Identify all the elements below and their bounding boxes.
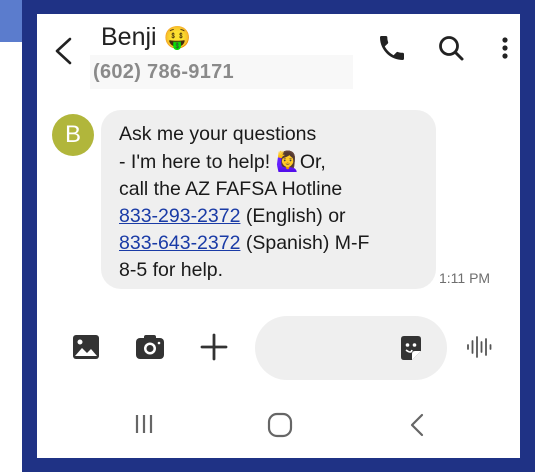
message-line-text: (Spanish) M-F xyxy=(240,232,370,254)
home-icon[interactable] xyxy=(265,410,295,440)
back-arrow-icon[interactable] xyxy=(51,36,77,66)
money-face-emoji: 🤑 xyxy=(163,26,191,51)
contact-phone-number: (602) 786-9171 xyxy=(93,61,234,83)
english-hotline-link[interactable]: 833-293-2372 xyxy=(119,205,240,227)
message-line: 8-5 for help. xyxy=(119,259,224,281)
message-line-text: (English) or xyxy=(240,205,346,227)
search-icon[interactable] xyxy=(435,32,467,64)
message-line: Ask me your questions xyxy=(119,123,317,145)
spanish-hotline-link[interactable]: 833-643-2372 xyxy=(119,232,240,254)
back-icon[interactable] xyxy=(405,410,429,440)
message-line-text: Or, xyxy=(299,151,326,173)
plus-icon[interactable] xyxy=(197,330,231,364)
camera-icon[interactable] xyxy=(134,332,166,362)
recent-apps-icon[interactable] xyxy=(129,412,159,436)
message-text: Ask me your questions - I'm here to help… xyxy=(119,121,429,284)
message-timestamp: 1:11 PM xyxy=(439,270,491,286)
message-line-text: - I'm here to help! xyxy=(119,151,276,173)
message-line: 833-293-2372 (English) or xyxy=(119,203,429,230)
message-input[interactable] xyxy=(255,316,447,380)
gallery-icon[interactable] xyxy=(71,332,101,362)
phone-screen: Benji 🤑 (602) 786-9171 B Ask me your que… xyxy=(37,14,520,458)
sticker-icon[interactable] xyxy=(398,334,424,362)
message-line: 833-643-2372 (Spanish) M-F xyxy=(119,230,429,257)
voice-input-icon[interactable] xyxy=(465,332,493,362)
contact-name: Benji 🤑 xyxy=(101,22,191,54)
phone-call-icon[interactable] xyxy=(376,32,408,64)
more-vert-icon[interactable] xyxy=(497,32,513,64)
message-line: call the AZ FAFSA Hotline xyxy=(119,178,343,200)
contact-avatar[interactable]: B xyxy=(52,114,94,156)
raising-hand-emoji: 🙋‍♀️ xyxy=(275,150,300,173)
message-line: - I'm here to help! 🙋‍♀️Or, xyxy=(119,148,429,176)
contact-name-text: Benji xyxy=(101,23,157,51)
message-bubble[interactable]: Ask me your questions - I'm here to help… xyxy=(101,110,436,289)
